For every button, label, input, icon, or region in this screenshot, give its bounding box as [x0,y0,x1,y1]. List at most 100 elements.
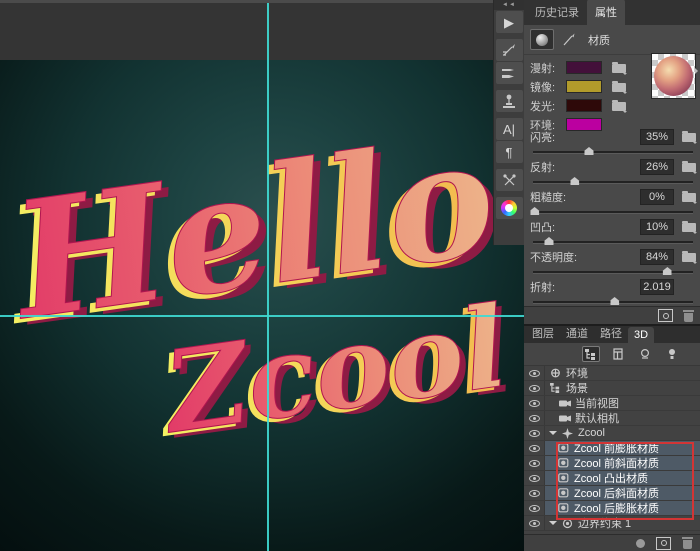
specular-color-swatch[interactable] [566,80,602,93]
color-themes-panel-button[interactable] [496,197,523,219]
material-filter-button[interactable] [530,29,554,50]
clone-source-panel-button[interactable] [496,90,523,112]
paint-brush-icon[interactable] [560,32,576,48]
tab-layers[interactable]: 图层 [526,323,560,343]
refraction-slider-track[interactable] [533,301,693,304]
dock-collapse-button[interactable]: ◄◄ [494,0,524,10]
brushes-panel-button[interactable] [496,62,523,84]
refraction-value[interactable]: 2.019 [640,279,674,295]
visibility-cell[interactable] [524,516,545,530]
visibility-cell[interactable] [524,366,545,380]
diffuse-color-swatch[interactable] [566,61,602,74]
material-icon [557,472,570,484]
diffuse-texture-folder-icon[interactable] [612,64,626,73]
reflection-slider-thumb[interactable] [570,177,579,185]
reflection-folder-icon[interactable] [682,163,696,172]
visibility-cell[interactable] [524,456,545,470]
render-button[interactable] [656,537,671,550]
tree-row-current-view[interactable]: 当前视图 [524,396,700,411]
tree-row-front-bevel-material[interactable]: Zcool 前斜面材质 [524,456,700,471]
delete-icon[interactable] [683,310,694,322]
shine-slider-thumb[interactable] [585,147,594,155]
expander-triangle-icon[interactable] [549,521,557,529]
visibility-cell[interactable] [524,426,545,440]
eye-icon [529,370,540,377]
tab-paths[interactable]: 路径 [594,323,628,343]
visibility-cell[interactable] [524,381,545,395]
roughness-slider-thumb[interactable] [530,207,539,215]
material-icon [557,457,570,469]
tree-row-back-bevel-material[interactable]: Zcool 后斜面材质 [524,486,700,501]
tree-row-front-inflation-material[interactable]: Zcool 前膨胀材质 [524,441,700,456]
shine-value[interactable]: 35% [640,129,674,145]
visibility-cell[interactable] [524,486,545,500]
actions-panel-button[interactable]: ▶ [496,11,523,33]
reflection-value[interactable]: 26% [640,159,674,175]
bump-value[interactable]: 10% [640,219,674,235]
eye-icon [529,475,540,482]
delete-icon[interactable] [682,537,693,549]
expander-triangle-icon[interactable] [549,431,557,439]
tree-row-extrusion-material[interactable]: Zcool 凸出材质 [524,471,700,486]
filter-lights-button[interactable] [663,346,681,362]
new-light-icon[interactable] [636,539,645,548]
brush-presets-panel-button[interactable] [496,39,523,61]
tree-row-zcool-mesh[interactable]: Zcool [524,426,700,441]
visibility-cell[interactable] [524,501,545,515]
material-panel-title: 材质 [588,32,610,48]
constraint-icon [561,517,574,529]
illumination-color-swatch[interactable] [566,99,602,112]
specular-label: 镜像: [530,79,566,95]
tab-history[interactable]: 历史记录 [527,0,587,25]
tool-presets-panel-button[interactable] [496,169,523,191]
tree-row-default-camera[interactable]: 默认相机 [524,411,700,426]
shine-folder-icon[interactable] [682,133,696,142]
visibility-cell[interactable] [524,411,545,425]
tree-row-label: 默认相机 [575,410,619,426]
specular-texture-folder-icon[interactable] [612,83,626,92]
bump-slider-track[interactable] [533,241,693,244]
tree-row-scene[interactable]: 场景 [524,381,700,396]
opacity-slider-track[interactable] [533,271,693,274]
tree-row-back-inflation-material[interactable]: Zcool 后膨胀材质 [524,501,700,516]
tab-properties[interactable]: 属性 [587,0,625,25]
eye-icon [529,505,540,512]
tab-channels[interactable]: 通道 [560,323,594,343]
filter-materials-button[interactable] [636,346,654,362]
shine-slider-track[interactable] [533,151,693,154]
roughness-value[interactable]: 0% [640,189,674,205]
visibility-cell[interactable] [524,441,545,455]
roughness-slider-track[interactable] [533,211,693,214]
bump-slider-thumb[interactable] [545,237,554,245]
roughness-folder-icon[interactable] [682,193,696,202]
opacity-value[interactable]: 84% [640,249,674,265]
diffuse-label: 漫射: [530,60,566,76]
refraction-slider-thumb[interactable] [610,297,619,305]
illumination-texture-folder-icon[interactable] [612,102,626,111]
material-preview[interactable] [651,53,696,99]
paragraph-panel-button[interactable]: ¶ [496,141,523,163]
visibility-cell[interactable] [524,471,545,485]
tree-row-label: Zcool 后斜面材质 [574,485,659,501]
tab-3d[interactable]: 3D [628,327,654,343]
refraction-label: 折射: [530,279,640,295]
filter-meshes-button[interactable] [609,346,627,362]
tree-row-boundary-constraint[interactable]: 边界约束 1 [524,516,700,531]
opacity-folder-icon[interactable] [682,253,696,262]
horizontal-guide[interactable] [0,315,524,317]
vertical-guide[interactable] [267,3,269,551]
document-canvas-area[interactable]: Hello Hello Hello Zcool Zcool Zcool [0,0,524,551]
properties-footer [524,306,700,324]
visibility-cell[interactable] [524,396,545,410]
eye-icon [529,400,540,407]
filter-whole-scene-button[interactable] [582,346,600,362]
character-panel-button[interactable]: A| [496,118,523,140]
material-picker-arrow-icon[interactable] [695,68,700,74]
tree-row-environment[interactable]: 环境 [524,366,700,381]
reflection-slider-track[interactable] [533,181,693,184]
eye-icon [529,385,540,392]
3d-panel-tabbar: 图层 通道 路径 3D [524,326,700,343]
bump-folder-icon[interactable] [682,223,696,232]
render-button[interactable] [658,309,673,322]
opacity-slider-thumb[interactable] [663,267,672,275]
